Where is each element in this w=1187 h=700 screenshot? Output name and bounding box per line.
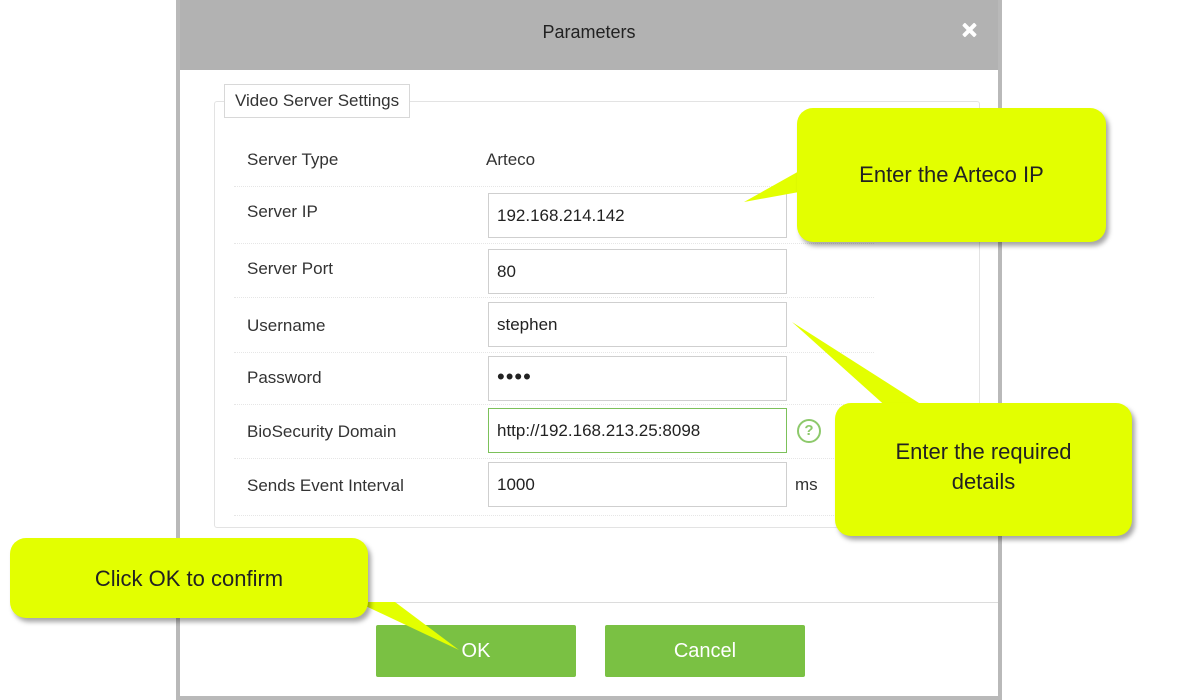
callout-details-line1: Enter the required xyxy=(895,439,1072,464)
row-divider xyxy=(234,404,874,405)
server-port-label: Server Port xyxy=(247,259,333,278)
row-divider xyxy=(234,297,874,298)
event-interval-unit: ms xyxy=(795,475,818,494)
username-label: Username xyxy=(247,316,326,335)
callout-details: Enter the required details xyxy=(835,403,1132,536)
server-port-input[interactable]: 80 xyxy=(488,249,787,294)
dialog-title: Parameters xyxy=(542,22,636,42)
section-legend: Video Server Settings xyxy=(224,84,411,118)
server-ip-label: Server IP xyxy=(247,202,318,221)
row-divider xyxy=(234,352,874,353)
dialog-title-bar: Parameters xyxy=(180,0,998,70)
biosecurity-domain-label: BioSecurity Domain xyxy=(247,422,397,441)
server-type-label: Server Type xyxy=(247,150,339,169)
callout-ip: Enter the Arteco IP xyxy=(797,108,1106,242)
callout-pointer-ok xyxy=(357,602,459,650)
callout-ip-text: Enter the Arteco IP xyxy=(859,162,1044,187)
server-type-value: Arteco xyxy=(486,150,536,169)
event-interval-input[interactable]: 1000 xyxy=(488,462,787,507)
cancel-button[interactable]: Cancel xyxy=(605,625,805,677)
callout-ok: Click OK to confirm xyxy=(10,538,368,618)
close-icon[interactable] xyxy=(958,18,982,42)
password-label: Password xyxy=(247,368,322,387)
row-divider xyxy=(234,243,874,244)
username-input[interactable]: stephen xyxy=(488,302,787,347)
event-interval-label: Sends Event Interval xyxy=(247,476,404,495)
password-input[interactable]: •••• xyxy=(488,356,787,401)
row-divider xyxy=(234,515,874,516)
callout-ok-text: Click OK to confirm xyxy=(94,566,284,591)
callout-details-line2: details xyxy=(951,469,1016,494)
row-divider xyxy=(234,458,874,459)
biosecurity-domain-input[interactable]: http://192.168.213.25:8098 xyxy=(488,408,787,453)
